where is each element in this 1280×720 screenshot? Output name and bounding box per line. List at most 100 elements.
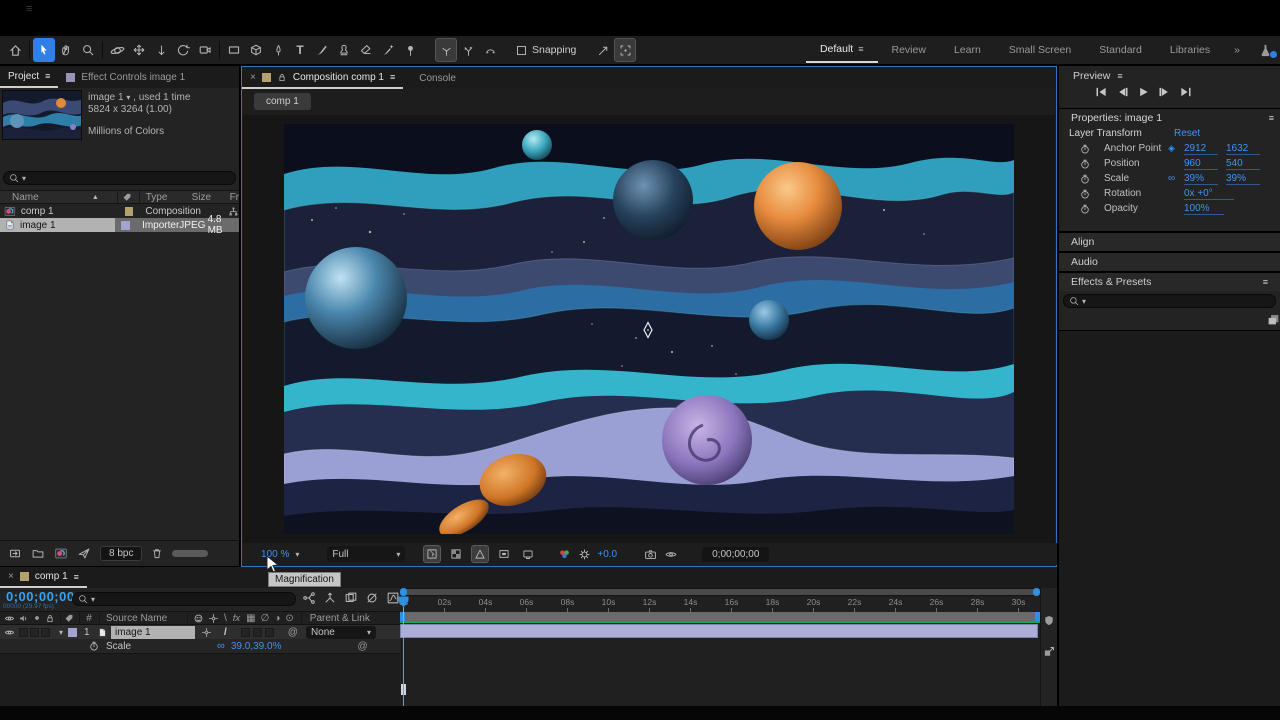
panel-menu-icon[interactable]: ≡ xyxy=(390,72,395,82)
frame-blending-icon[interactable] xyxy=(344,591,358,605)
stopwatch-icon[interactable] xyxy=(1079,173,1091,185)
interpret-footage-icon[interactable] xyxy=(8,547,22,560)
panel-menu-icon[interactable]: ≡ xyxy=(74,572,79,582)
draft-3d-icon[interactable] xyxy=(323,591,337,605)
resolution-dropdown[interactable]: Full▾ xyxy=(327,546,405,562)
home-button[interactable] xyxy=(4,38,26,62)
tab-effect-controls[interactable]: Effect Controls image 1 xyxy=(58,72,193,83)
property-pick-whip-icon[interactable]: @ xyxy=(357,641,367,652)
label-swatch-tan[interactable] xyxy=(125,207,134,216)
quality-icon[interactable]: \ xyxy=(224,613,227,624)
3d-layer-icon[interactable]: ⊙ xyxy=(285,613,293,624)
tab-composition[interactable]: × Composition comp 1 ≡ xyxy=(242,67,403,89)
region-of-interest-button[interactable] xyxy=(495,545,513,563)
shape-cube-tool[interactable] xyxy=(245,38,267,62)
workspace-tab-small-screen[interactable]: Small Screen xyxy=(995,37,1085,63)
column-name[interactable]: Name xyxy=(0,192,92,203)
transparency-grid-button[interactable] xyxy=(447,545,465,563)
eraser-tool[interactable] xyxy=(355,38,377,62)
comp-breadcrumb[interactable]: comp 1 xyxy=(254,93,311,110)
quality-toggle[interactable]: / xyxy=(224,627,227,638)
viewer-timecode[interactable]: 0;00;00;00 xyxy=(702,547,769,562)
motion-blur-icon[interactable] xyxy=(365,591,379,605)
column-size[interactable]: Size xyxy=(192,192,230,203)
orbit-camera-tool[interactable] xyxy=(106,38,128,62)
snapping-control[interactable]: Snapping xyxy=(517,44,576,56)
tab-console[interactable]: Console xyxy=(403,73,472,84)
panel-menu-icon[interactable]: ≡ xyxy=(1269,113,1274,123)
scale-value[interactable]: 39.0,39.0% xyxy=(231,641,282,652)
exposure-value[interactable]: +0.0 xyxy=(597,549,617,560)
clone-stamp-tool[interactable] xyxy=(333,38,355,62)
panel-menu-icon[interactable]: ≡ xyxy=(1263,277,1268,287)
audio-toggle[interactable] xyxy=(19,628,28,637)
previous-frame-button[interactable] xyxy=(1116,87,1129,97)
audio-icon[interactable] xyxy=(18,613,29,624)
layer-expand-chevron[interactable]: ▾ xyxy=(59,628,63,637)
column-index[interactable]: # xyxy=(80,613,98,624)
pen-tool[interactable] xyxy=(267,38,289,62)
type-tool[interactable]: T xyxy=(289,38,311,62)
work-area-bar[interactable] xyxy=(402,612,1038,621)
mini-flowchart-icon[interactable] xyxy=(302,591,316,605)
layer-row-image1[interactable]: ▾ 1 image 1 / @ None▾ xyxy=(0,625,400,639)
new-folder-icon[interactable] xyxy=(31,547,45,560)
close-tab-icon[interactable]: × xyxy=(8,571,14,582)
workspace-overflow-button[interactable]: » xyxy=(1224,37,1250,63)
new-composition-icon[interactable] xyxy=(54,547,68,560)
column-type[interactable]: Type xyxy=(140,192,192,203)
snap-option-icon[interactable] xyxy=(592,38,614,62)
adjustment-layer-icon[interactable]: ◑ xyxy=(274,613,280,624)
brush-tool[interactable] xyxy=(311,38,333,62)
frame-blend-toggle[interactable] xyxy=(253,628,262,637)
current-timecode[interactable]: 0;00;00;00 xyxy=(6,589,75,604)
parent-dropdown[interactable]: None▾ xyxy=(306,626,376,639)
panel-menu-icon[interactable]: ≡ xyxy=(45,71,50,81)
workspace-tab-learn[interactable]: Learn xyxy=(940,37,995,63)
roto-brush-tool[interactable] xyxy=(377,38,399,62)
layer-transform-group[interactable]: Layer Transform xyxy=(1069,128,1174,139)
timeline-search[interactable]: ▾ xyxy=(72,592,296,606)
view-axis-mode-button[interactable] xyxy=(479,38,501,62)
chevron-down-icon[interactable]: ▾ xyxy=(126,93,130,102)
link-scale-icon[interactable]: ∞ xyxy=(217,640,225,652)
pan-camera-tool[interactable] xyxy=(128,38,150,62)
tab-project[interactable]: Project ≡ xyxy=(0,66,58,88)
next-frame-button[interactable] xyxy=(1158,87,1171,97)
workspace-menu-icon[interactable]: ≡ xyxy=(858,44,863,54)
collapse-transformations-icon[interactable] xyxy=(208,613,219,624)
time-navigator[interactable] xyxy=(400,588,1040,596)
puppet-pin-tool[interactable] xyxy=(399,38,421,62)
layer-name-field[interactable]: image 1 xyxy=(111,626,195,639)
comp-viewport[interactable] xyxy=(243,115,1055,543)
close-tab-icon[interactable]: × xyxy=(250,72,256,83)
motion-blur-column-icon[interactable]: ∅ xyxy=(261,613,270,624)
first-frame-button[interactable] xyxy=(1095,87,1108,97)
column-frame[interactable]: Fr xyxy=(230,192,239,203)
footage-name[interactable]: image 1 xyxy=(88,92,124,103)
navigator-end-handle[interactable] xyxy=(1033,588,1040,596)
anchor-diamond-icon[interactable]: ◈ xyxy=(1168,143,1184,154)
trash-icon[interactable] xyxy=(151,547,163,560)
selection-tool[interactable] xyxy=(33,38,55,62)
stopwatch-icon[interactable] xyxy=(1079,203,1091,215)
column-parent-link[interactable]: Parent & Link xyxy=(302,613,370,624)
layer-duration-bar[interactable] xyxy=(400,624,1038,638)
collapse-toggle-icon[interactable] xyxy=(201,627,212,638)
workspace-tab-default[interactable]: Default ≡ xyxy=(806,37,878,63)
grid-options-button[interactable] xyxy=(423,545,441,563)
hand-tool[interactable] xyxy=(55,38,77,62)
camera-tool[interactable] xyxy=(194,38,216,62)
project-row-comp1[interactable]: comp 1 Composition xyxy=(0,204,239,218)
stopwatch-icon[interactable] xyxy=(1079,188,1091,200)
layer-visibility-eye-icon[interactable] xyxy=(4,627,15,638)
stopwatch-icon[interactable] xyxy=(88,640,100,652)
playhead-marker[interactable] xyxy=(398,596,409,608)
guides-button[interactable] xyxy=(519,545,537,563)
lock-toggle[interactable] xyxy=(41,628,50,637)
project-row-image1-selected[interactable]: image 1 ImporterJPEG 4.8 MB xyxy=(0,218,239,232)
snap-mask-option-icon[interactable] xyxy=(614,38,636,62)
local-axis-mode-button[interactable] xyxy=(435,38,457,62)
layer-label-swatch[interactable] xyxy=(68,628,77,637)
time-ruler[interactable]: 0s 02s 04s 06s 08s 10s 12s 14s 16s 18s 2… xyxy=(383,597,1058,612)
